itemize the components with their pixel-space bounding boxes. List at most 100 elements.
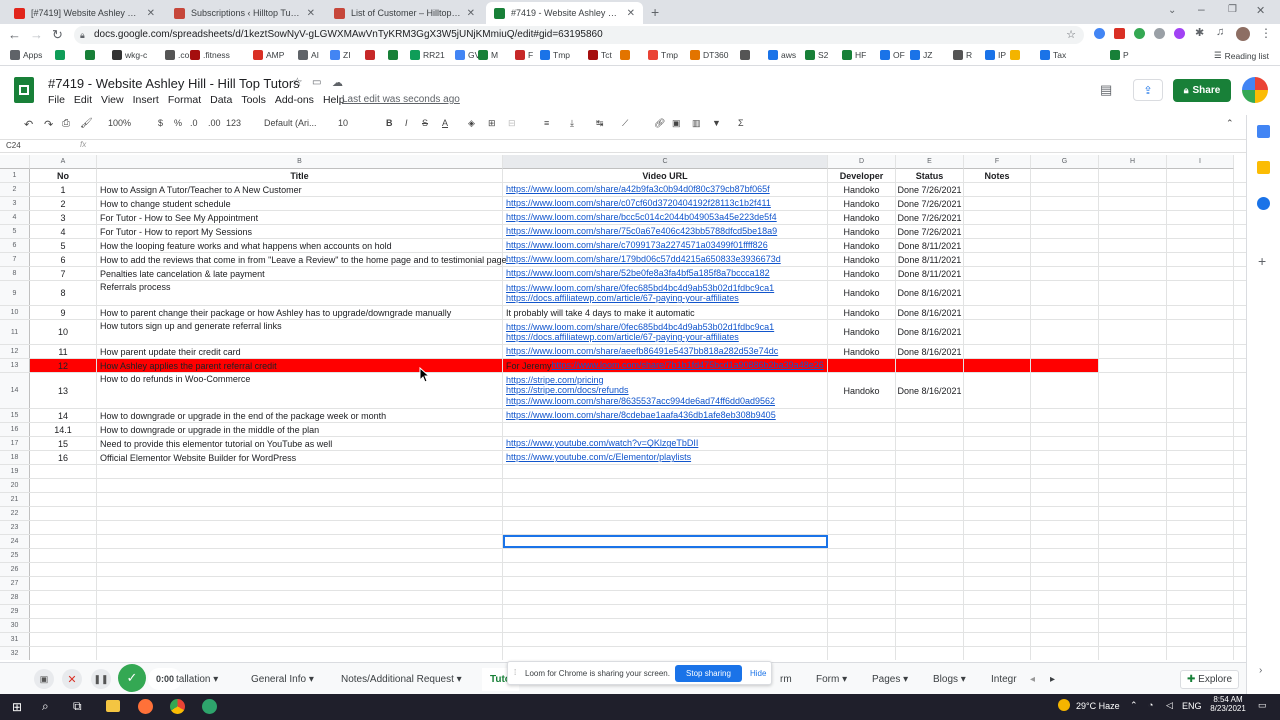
insert-link-icon[interactable]: 🔗︎: [654, 118, 665, 129]
table-cell[interactable]: [1099, 619, 1167, 632]
table-cell[interactable]: [30, 493, 97, 506]
table-cell[interactable]: [1099, 211, 1167, 224]
row-header[interactable]: 30: [0, 619, 30, 632]
redo-icon[interactable]: ↷: [44, 118, 53, 131]
table-cell[interactable]: [1031, 253, 1099, 266]
video-url-link[interactable]: https://docs.affiliatewp.com/article/67-…: [506, 293, 739, 304]
percent-button[interactable]: %: [174, 118, 182, 128]
table-cell[interactable]: [1099, 521, 1167, 534]
menu-edit[interactable]: Edit: [74, 94, 92, 106]
table-cell[interactable]: [1099, 577, 1167, 590]
collapse-toolbar-icon[interactable]: ⌃: [1226, 118, 1234, 129]
table-cell[interactable]: [964, 647, 1031, 660]
table-cell[interactable]: [828, 437, 896, 450]
table-cell[interactable]: [1031, 225, 1099, 238]
bookmark-item[interactable]: Tmp: [540, 50, 570, 60]
table-cell[interactable]: 1: [30, 183, 97, 196]
table-cell[interactable]: [503, 493, 828, 506]
table-cell[interactable]: How to downgrade or upgrade in the middl…: [97, 423, 503, 436]
table-cell[interactable]: [1167, 267, 1234, 280]
table-cell[interactable]: https://www.loom.com/share/179bd06c57dd4…: [503, 253, 828, 266]
table-cell[interactable]: [1099, 437, 1167, 450]
paint-format-icon[interactable]: 🖌︎: [80, 118, 93, 129]
table-cell[interactable]: [1099, 345, 1167, 358]
table-cell[interactable]: For Jeremy https://www.loom.com/share/7b…: [503, 359, 828, 372]
table-cell[interactable]: [1031, 211, 1099, 224]
table-cell[interactable]: [828, 535, 896, 548]
bookmark-item[interactable]: P: [1110, 50, 1129, 60]
table-cell[interactable]: https://www.loom.com/share/aeefb86491e54…: [503, 345, 828, 358]
table-cell[interactable]: [964, 563, 1031, 576]
filter-icon[interactable]: ▼: [712, 118, 721, 128]
video-url-link[interactable]: https://www.loom.com/share/aeefb86491e54…: [506, 346, 778, 357]
video-url-link[interactable]: https://docs.affiliatewp.com/article/67-…: [506, 332, 739, 343]
table-cell[interactable]: Done 7/26/2021: [896, 225, 964, 238]
table-cell[interactable]: How to parent change their package or ho…: [97, 306, 503, 319]
bookmark-item[interactable]: AMP: [253, 50, 284, 60]
browser-tab-active[interactable]: #7419 - Website Ashley Hill - Hil ✕: [486, 2, 643, 24]
table-cell[interactable]: 3: [30, 211, 97, 224]
video-url-link[interactable]: https://www.loom.com/share/c7099173a2274…: [506, 240, 768, 251]
extension-icon[interactable]: [1094, 28, 1105, 39]
table-cell[interactable]: Official Elementor Website Builder for W…: [97, 451, 503, 464]
decrease-decimal-button[interactable]: .0: [190, 118, 198, 128]
table-cell[interactable]: [1099, 507, 1167, 520]
bold-button[interactable]: B: [386, 118, 393, 128]
extension-icon[interactable]: [1114, 28, 1125, 39]
table-cell[interactable]: [503, 633, 828, 646]
table-cell[interactable]: [1167, 535, 1234, 548]
table-cell[interactable]: [964, 211, 1031, 224]
row-header[interactable]: 15: [0, 409, 30, 422]
table-cell[interactable]: [964, 281, 1031, 305]
bookmark-item[interactable]: AI: [298, 50, 319, 60]
table-cell[interactable]: [896, 479, 964, 492]
tasks-icon[interactable]: [1257, 197, 1270, 210]
table-cell[interactable]: [964, 521, 1031, 534]
table-cell[interactable]: 14.1: [30, 423, 97, 436]
table-cell[interactable]: [896, 549, 964, 562]
get-addons-icon[interactable]: +: [1258, 253, 1266, 269]
row-header[interactable]: 29: [0, 605, 30, 618]
sheet-tab[interactable]: General Info ▾: [251, 674, 314, 685]
forward-icon[interactable]: →: [30, 27, 43, 42]
browser-tab[interactable]: [#7419] Website Ashley Hill - Hil ✕: [6, 2, 163, 24]
table-cell[interactable]: [503, 577, 828, 590]
bookmark-item[interactable]: RR21: [410, 50, 445, 60]
show-side-panel-icon[interactable]: ›: [1259, 665, 1262, 676]
table-cell[interactable]: [896, 359, 964, 372]
hide-button[interactable]: Hide: [750, 669, 766, 678]
bookmark-item[interactable]: S2: [805, 50, 828, 60]
video-url-link[interactable]: https://www.loom.com/share/0fec685bd4bc4…: [506, 322, 774, 333]
table-cell[interactable]: How to change student schedule: [97, 197, 503, 210]
undo-icon[interactable]: ↶: [24, 118, 33, 131]
table-cell[interactable]: Notes: [964, 169, 1031, 182]
document-title[interactable]: #7419 - Website Ashley Hill - Hill Top T…: [48, 76, 300, 91]
table-cell[interactable]: [1099, 535, 1167, 548]
tray-chevron-icon[interactable]: ⌃: [1130, 700, 1138, 711]
table-cell[interactable]: [964, 320, 1031, 344]
table-cell[interactable]: [828, 591, 896, 604]
table-cell[interactable]: Done 8/16/2021: [896, 281, 964, 305]
table-cell[interactable]: Title: [97, 169, 503, 182]
sheet-tab[interactable]: Integr: [991, 674, 1017, 685]
table-cell[interactable]: [503, 465, 828, 478]
reading-list[interactable]: ☰ Reading list: [1214, 50, 1269, 61]
extension-icon[interactable]: [1154, 28, 1165, 39]
table-cell[interactable]: 2: [30, 197, 97, 210]
language-indicator[interactable]: ENG: [1182, 701, 1202, 711]
formula-input[interactable]: [100, 140, 1240, 152]
media-icon[interactable]: ♫: [1216, 26, 1224, 38]
table-cell[interactable]: 8: [30, 281, 97, 305]
row-header[interactable]: 27: [0, 577, 30, 590]
video-url-link[interactable]: https://www.loom.com/share/c07cf60d37204…: [506, 198, 771, 209]
table-cell[interactable]: Done 7/26/2021: [896, 211, 964, 224]
table-cell[interactable]: Handoko: [828, 197, 896, 210]
account-avatar[interactable]: [1242, 77, 1268, 103]
table-cell[interactable]: [1167, 507, 1234, 520]
bookmark-item[interactable]: Tct: [588, 50, 612, 60]
insert-chart-icon[interactable]: ▥: [692, 118, 701, 129]
table-cell[interactable]: [964, 225, 1031, 238]
keep-icon[interactable]: [1257, 161, 1270, 174]
menu-data[interactable]: Data: [210, 94, 232, 106]
table-cell[interactable]: https://stripe.com/pricing https://stripe…: [503, 373, 828, 408]
